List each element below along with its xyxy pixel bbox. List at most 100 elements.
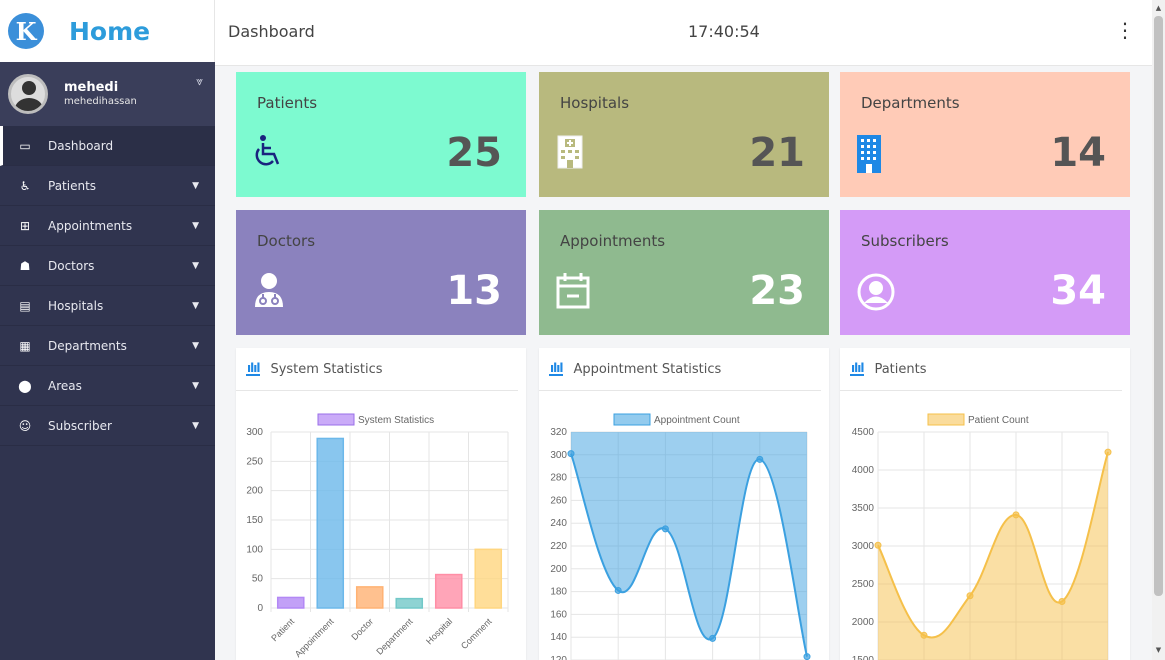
scroll-down-arrow-icon[interactable]: ▼ (1154, 644, 1163, 656)
sidebar-item-label: Areas (48, 378, 82, 393)
card-title: Doctors (257, 232, 316, 250)
card-hospitals[interactable]: Hospitals 21 (539, 72, 829, 197)
sidebar-item-label: Appointments (48, 218, 133, 233)
scrollbar[interactable]: ▲ ▼ (1152, 0, 1165, 660)
y-tick-label: 160 (550, 609, 567, 620)
bar-comment (474, 548, 503, 609)
calendar-icon (555, 272, 591, 314)
y-tick-label: 1500 (852, 655, 875, 660)
chevron-down-icon: ▼ (192, 300, 199, 311)
wheelchair-icon: ♿ (19, 178, 31, 193)
x-tick-label: Appointment (293, 616, 336, 659)
data-point (756, 455, 764, 463)
bar-department (395, 597, 424, 609)
y-tick-label: 150 (246, 515, 263, 526)
building-icon: ▦ (19, 338, 31, 353)
card-value: 13 (446, 268, 502, 314)
sidebar-item-departments[interactable]: ▦ Departments ▼ (0, 326, 215, 366)
sidebar-item-label: Patients (48, 178, 97, 193)
clock: 17:40:54 (688, 22, 760, 41)
user-info: mehedi mehedihassan (64, 80, 137, 108)
monitor-icon: ▭ (19, 138, 31, 153)
y-tick-label: 200 (550, 564, 567, 575)
panel-title: System Statistics (270, 361, 383, 377)
data-point (874, 541, 882, 549)
y-tick-label: 3000 (852, 541, 875, 552)
sidebar-item-areas[interactable]: ⬤ Areas ▼ (0, 366, 215, 406)
bar-appointment (316, 437, 345, 609)
data-point (709, 634, 717, 642)
appointment-statistics-panel: ılıl Appointment Statistics Appointment … (539, 348, 829, 660)
y-tick-label: 300 (550, 450, 567, 461)
card-patients[interactable]: Patients 25 (236, 72, 526, 197)
card-value: 21 (749, 130, 805, 176)
chevron-down-icon: ▼ (192, 340, 199, 351)
sidebar-item-label: Dashboard (48, 138, 114, 153)
chevron-down-icon: ▼ (192, 260, 199, 271)
bar-hospital (434, 573, 463, 609)
legend-label: Appointment Count (654, 415, 740, 426)
y-tick-label: 100 (246, 544, 263, 555)
sidebar-item-subscriber[interactable]: ☺ Subscriber ▼ (0, 406, 215, 446)
bar-chart-icon: ılıl (850, 360, 864, 376)
double-chevron-down-icon[interactable]: ⩔ (196, 74, 203, 89)
logo: K (8, 13, 44, 49)
brand-title: Home (69, 16, 151, 46)
topbar: Dashboard 17:40:54 ⋮ (215, 0, 1152, 66)
data-point (966, 592, 974, 600)
data-point (920, 631, 928, 639)
area-fill (878, 452, 1108, 660)
y-tick-label: 120 (550, 655, 567, 660)
bar-chart-icon: ılıl (549, 360, 563, 376)
sidebar-item-doctors[interactable]: ☗ Doctors ▼ (0, 246, 215, 286)
x-tick-label: Patient (269, 616, 296, 643)
y-tick-label: 320 (550, 427, 567, 438)
sidebar-item-appointments[interactable]: ⊞ Appointments ▼ (0, 206, 215, 246)
appointment-statistics-chart: Appointment Count 120 140 160 180 200 220 240 26… (550, 413, 811, 660)
data-point (1012, 511, 1020, 519)
data-point (1104, 448, 1112, 456)
legend-label: Patient Count (968, 415, 1029, 426)
panel-header: ılıl System Statistics (236, 348, 518, 391)
y-tick-label: 2500 (852, 579, 875, 590)
legend-swatch (317, 413, 355, 426)
sidebar-item-label: Departments (48, 338, 127, 353)
bar-doctor (355, 586, 384, 609)
card-subscribers[interactable]: Subscribers 34 (840, 210, 1130, 335)
card-title: Subscribers (861, 232, 949, 250)
card-title: Hospitals (560, 94, 630, 112)
card-doctors[interactable]: Doctors 13 (236, 210, 526, 335)
panel-title: Patients (874, 361, 927, 377)
patients-panel: ılıl Patients Patient Count 1500 2000 2500 3… (840, 348, 1130, 660)
brand[interactable]: K Home (0, 0, 215, 62)
sidebar: K Home mehedi mehedihassan ⩔ ▭ Dashboard ♿… (0, 0, 215, 660)
scroll-up-arrow-icon[interactable]: ▲ (1154, 2, 1163, 14)
user-panel[interactable]: mehedi mehedihassan ⩔ (0, 62, 215, 126)
data-point (803, 653, 811, 660)
sidebar-item-patients[interactable]: ♿ Patients ▼ (0, 166, 215, 206)
chevron-down-icon: ▼ (192, 420, 199, 431)
avatar (8, 74, 48, 114)
y-tick-label: 220 (550, 541, 567, 552)
y-tick-label: 4000 (852, 465, 875, 476)
sidebar-item-hospitals[interactable]: ▤ Hospitals ▼ (0, 286, 215, 326)
y-tick-label: 4500 (852, 427, 875, 438)
sidebar-item-dashboard[interactable]: ▭ Dashboard (0, 126, 215, 166)
area-fill (571, 432, 807, 657)
scroll-thumb[interactable] (1154, 16, 1163, 596)
y-tick-label: 0 (257, 603, 263, 614)
legend-label: System Statistics (358, 415, 434, 426)
y-tick-label: 240 (550, 518, 567, 529)
doctor-icon: ☗ (19, 258, 31, 273)
card-title: Patients (257, 94, 318, 112)
card-departments[interactable]: Departments 14 (840, 72, 1130, 197)
x-tick-label: Hospital (424, 616, 454, 646)
card-appointments[interactable]: Appointments 23 (539, 210, 829, 335)
map-marker-icon: ⬤ (18, 378, 32, 393)
card-title: Departments (861, 94, 960, 112)
data-point (614, 586, 622, 594)
card-value: 23 (749, 268, 805, 314)
more-vert-icon[interactable]: ⋮ (1115, 20, 1135, 40)
y-tick-label: 180 (550, 587, 567, 598)
x-tick-label: Doctor (349, 616, 375, 642)
